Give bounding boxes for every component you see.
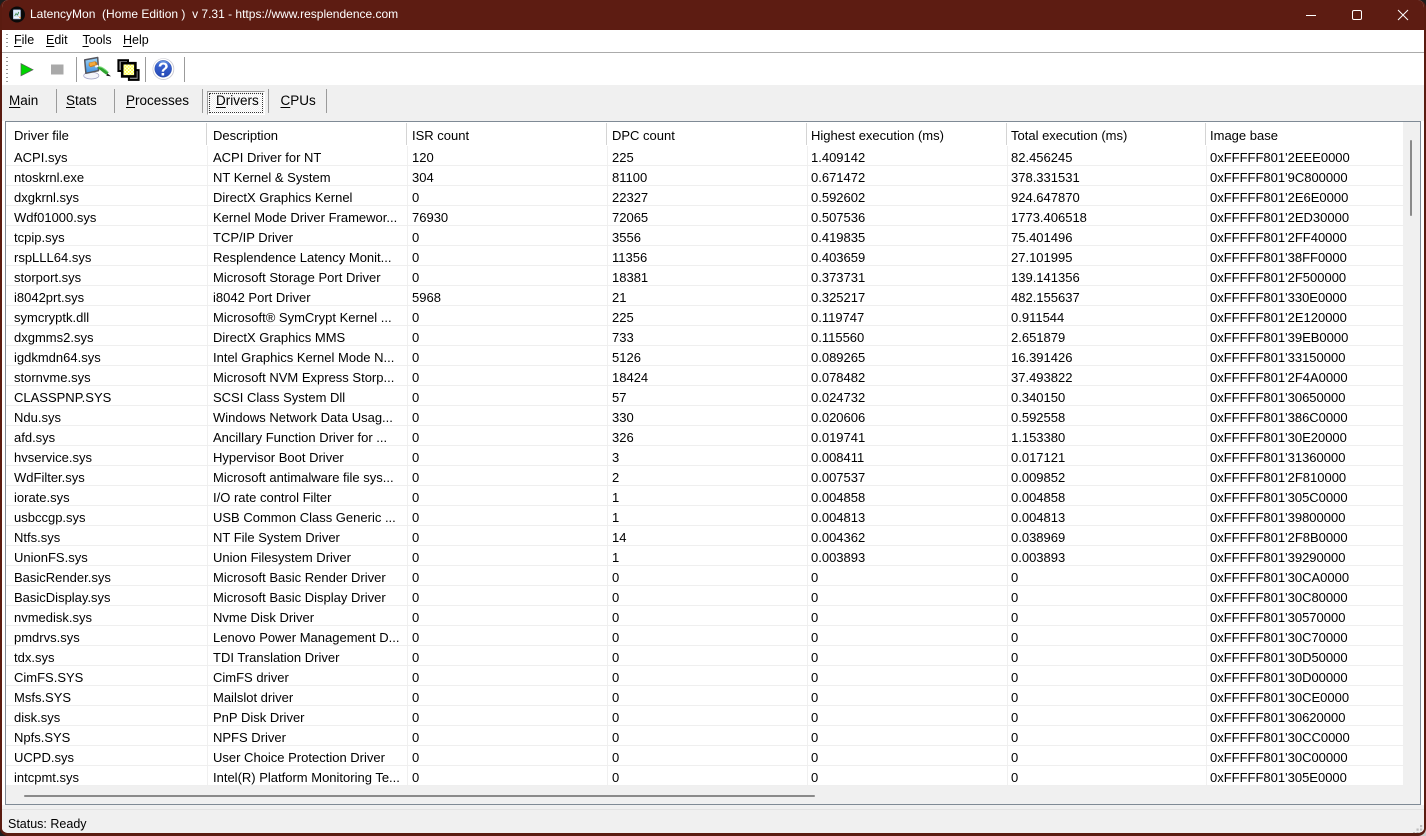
svg-text:?: ?	[158, 59, 169, 79]
